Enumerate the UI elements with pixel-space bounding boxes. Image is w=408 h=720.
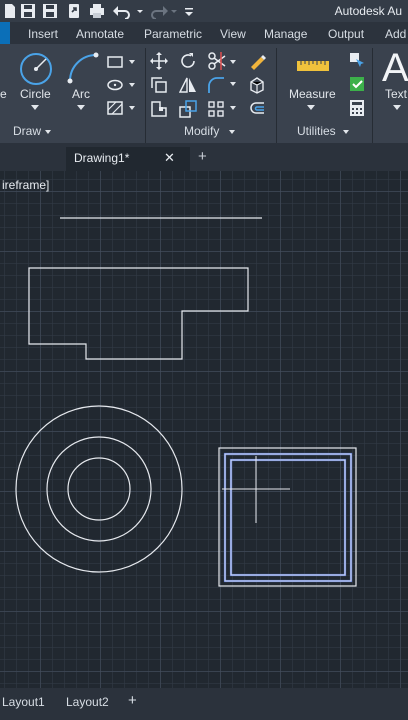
hatch-dropdown-icon[interactable] xyxy=(128,104,136,112)
draw-panel-label[interactable]: Draw xyxy=(13,124,41,138)
quick-select-icon[interactable] xyxy=(348,51,366,69)
utilities-panel-dropdown-icon[interactable] xyxy=(342,128,350,136)
arc-dropdown-icon[interactable] xyxy=(76,104,86,112)
tab-layout1[interactable]: Layout1 xyxy=(2,695,45,709)
add-layout-icon[interactable]: + xyxy=(128,692,137,709)
explode-tool-icon[interactable] xyxy=(248,76,266,94)
draw-panel-dropdown-icon[interactable] xyxy=(44,128,52,136)
ellipse-dropdown-icon[interactable] xyxy=(128,81,136,89)
hatch-tool-icon[interactable] xyxy=(106,100,124,116)
text-button-label[interactable]: Text xyxy=(385,87,407,101)
undo-icon[interactable] xyxy=(112,3,134,19)
trim-dropdown-icon[interactable] xyxy=(229,58,237,66)
rectangle-tool-icon[interactable] xyxy=(106,54,124,70)
drawn-circle-middle[interactable] xyxy=(46,436,152,542)
selected-rectangle-outer[interactable] xyxy=(224,453,352,582)
circle-button-label[interactable]: Circle xyxy=(20,87,51,101)
print-icon[interactable] xyxy=(89,3,105,19)
app-title: Autodesk Au xyxy=(334,4,402,18)
tab-insert[interactable]: Insert xyxy=(28,27,58,41)
quick-access-toolbar: Autodesk Au xyxy=(0,0,408,22)
selected-rectangle-highlight[interactable] xyxy=(223,452,353,583)
text-tool-icon[interactable]: A xyxy=(382,44,408,92)
scale-tool-icon[interactable] xyxy=(179,100,197,118)
modify-panel-dropdown-icon[interactable] xyxy=(228,128,236,136)
tab-view[interactable]: View xyxy=(220,27,246,41)
tab-home-active[interactable] xyxy=(0,22,10,44)
fillet-dropdown-icon[interactable] xyxy=(229,80,237,88)
fillet-tool-icon[interactable] xyxy=(207,76,225,94)
calculator-icon[interactable] xyxy=(349,99,365,117)
close-tab-icon[interactable]: ✕ xyxy=(164,150,175,166)
ribbon-tab-bar: Insert Annotate Parametric View Manage O… xyxy=(0,22,408,44)
stretch-tool-icon[interactable] xyxy=(150,100,168,118)
copy-tool-icon[interactable] xyxy=(150,76,168,94)
tab-add[interactable]: Add xyxy=(385,27,406,41)
array-dropdown-icon[interactable] xyxy=(229,104,237,112)
drawing-canvas[interactable]: ireframe] xyxy=(0,171,408,688)
tab-manage[interactable]: Manage xyxy=(264,27,307,41)
ribbon-panel: e Circle Arc Draw Modify Measure Utiliti… xyxy=(0,44,408,143)
trim-tool-icon[interactable] xyxy=(207,51,227,71)
drawn-circle-outer[interactable] xyxy=(15,405,183,573)
file-tab-title[interactable]: Drawing1* xyxy=(74,151,129,165)
panel-divider xyxy=(276,48,277,143)
measure-tool-icon[interactable] xyxy=(296,59,330,73)
move-tool-icon[interactable] xyxy=(150,52,168,70)
text-dropdown-icon[interactable] xyxy=(392,104,402,112)
drawn-polyline[interactable] xyxy=(28,267,249,360)
circle-tool-icon[interactable] xyxy=(18,51,54,87)
selected-rectangle-highlight-inner[interactable] xyxy=(229,458,347,577)
tab-layout2[interactable]: Layout2 xyxy=(66,695,109,709)
tab-annotate[interactable]: Annotate xyxy=(76,27,124,41)
measure-button-label[interactable]: Measure xyxy=(289,87,336,101)
arc-button-label[interactable]: Arc xyxy=(72,87,90,101)
ellipse-tool-icon[interactable] xyxy=(106,77,124,93)
rotate-tool-icon[interactable] xyxy=(179,52,197,70)
mirror-tool-icon[interactable] xyxy=(179,76,197,94)
file-tab-bar: Drawing1* ✕ + xyxy=(0,143,408,171)
redo-dropdown-icon[interactable] xyxy=(170,3,178,19)
circle-dropdown-icon[interactable] xyxy=(30,104,40,112)
new-file-icon[interactable] xyxy=(2,3,18,19)
offset-tool-icon[interactable] xyxy=(248,100,266,118)
line-button-label[interactable]: e xyxy=(0,87,7,101)
save-icon[interactable] xyxy=(20,3,36,19)
select-similar-icon[interactable] xyxy=(348,75,366,93)
layout-tab-bar: Layout1 Layout2 + xyxy=(0,688,408,720)
redo-icon[interactable] xyxy=(147,3,169,19)
tab-output[interactable]: Output xyxy=(328,27,364,41)
panel-divider xyxy=(145,48,146,143)
rectangle-dropdown-icon[interactable] xyxy=(128,58,136,66)
drawn-circle-inner[interactable] xyxy=(67,457,131,521)
share-icon[interactable] xyxy=(66,3,82,19)
tab-parametric[interactable]: Parametric xyxy=(144,27,202,41)
erase-tool-icon[interactable] xyxy=(248,52,266,70)
drawing-geometry xyxy=(15,217,357,587)
modify-panel-label[interactable]: Modify xyxy=(184,124,219,138)
utilities-panel-label[interactable]: Utilities xyxy=(297,124,336,138)
customize-dropdown-icon[interactable] xyxy=(184,3,194,19)
save-as-icon[interactable] xyxy=(42,3,58,19)
drawing1-file-tab[interactable]: Drawing1* ✕ xyxy=(66,147,190,171)
undo-dropdown-icon[interactable] xyxy=(136,3,144,19)
panel-divider xyxy=(372,48,373,143)
measure-dropdown-icon[interactable] xyxy=(306,104,316,112)
drawn-rectangle-outer[interactable] xyxy=(218,447,357,587)
arc-tool-icon[interactable] xyxy=(66,51,100,85)
new-tab-icon[interactable]: + xyxy=(198,148,207,165)
selected-rectangle-inner[interactable] xyxy=(230,459,346,576)
array-tool-icon[interactable] xyxy=(207,100,225,118)
